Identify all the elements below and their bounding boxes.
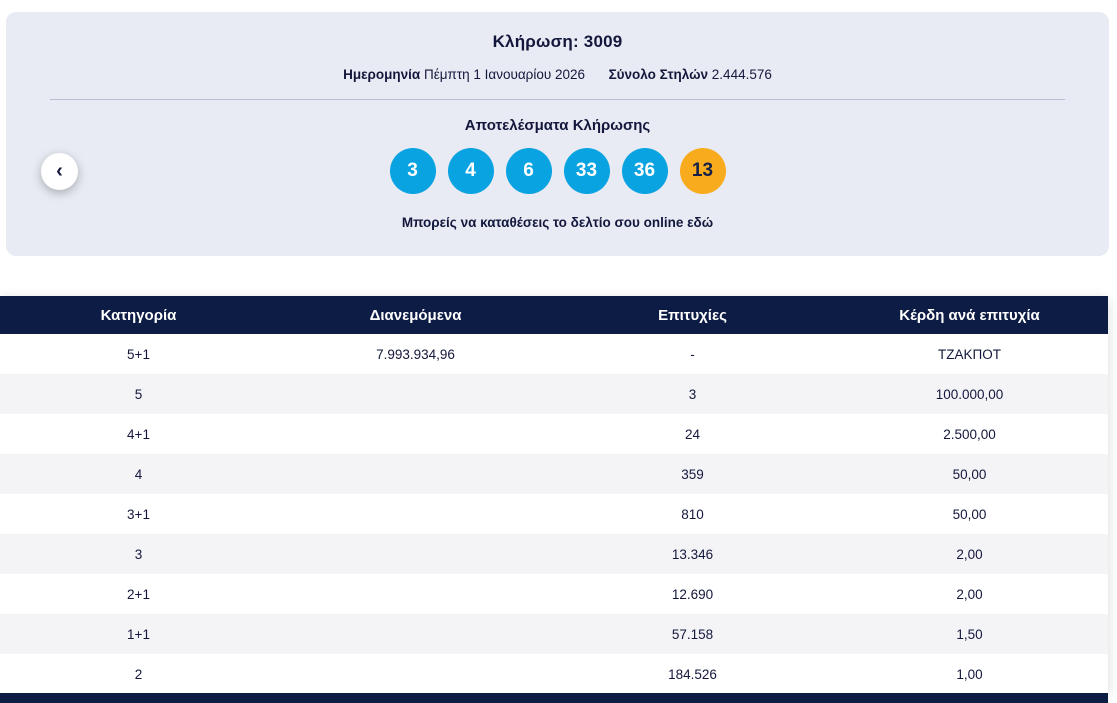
cell-distributed: 7.993.934,96 <box>277 347 554 362</box>
cell-winners: - <box>554 347 831 362</box>
number-ball: 3 <box>390 148 436 194</box>
online-cta-text: Μπορείς να καταθέσεις το δελτίο σου onli… <box>402 215 684 230</box>
cell-category: 2+1 <box>0 587 277 602</box>
columns-value: 2.444.576 <box>712 67 772 82</box>
joker-ball: 13 <box>680 148 726 194</box>
cell-category: 5+1 <box>0 347 277 362</box>
previous-draw-button[interactable]: ‹ <box>41 153 78 190</box>
number-ball: 33 <box>564 148 610 194</box>
results-heading: Αποτελέσματα Κλήρωσης <box>6 117 1109 134</box>
draw-info-card: Κλήρωση: 3009 Ημερομηνία Πέμπτη 1 Ιανουα… <box>6 12 1109 256</box>
cell-prize: 2,00 <box>831 587 1108 602</box>
table-row: 4 35950,00 <box>0 454 1108 494</box>
table-row: 5+17.993.934,96-ΤΖΑΚΠΟΤ <box>0 334 1108 374</box>
draw-meta: Ημερομηνία Πέμπτη 1 Ιανουαρίου 2026 Σύνο… <box>6 67 1109 82</box>
table-row: 2 184.5261,00 <box>0 654 1108 694</box>
cell-winners: 12.690 <box>554 587 831 602</box>
cell-category: 3+1 <box>0 507 277 522</box>
date-label: Ημερομηνία <box>343 67 420 82</box>
draw-number: 3009 <box>584 32 623 51</box>
winning-numbers: 346 33 36 13 <box>6 148 1109 194</box>
number-ball: 36 <box>622 148 668 194</box>
cell-prize: 1,50 <box>831 627 1108 642</box>
results-table: Κατηγορία Διανεμόμενα Επιτυχίες Κέρδη αν… <box>0 296 1108 694</box>
cell-prize: ΤΖΑΚΠΟΤ <box>831 347 1108 362</box>
cell-prize: 2,00 <box>831 547 1108 562</box>
footer-bar <box>0 693 1108 703</box>
cell-winners: 13.346 <box>554 547 831 562</box>
table-row: 5 3100.000,00 <box>0 374 1108 414</box>
date-value: Πέμπτη 1 Ιανουαρίου 2026 <box>424 67 585 82</box>
cell-winners: 24 <box>554 427 831 442</box>
results-table-body: 5+17.993.934,96-ΤΖΑΚΠΟΤ53100.000,004+124… <box>0 334 1108 694</box>
online-cta-link[interactable]: εδώ <box>687 215 713 230</box>
cell-winners: 810 <box>554 507 831 522</box>
header-distributed: Διανεμόμενα <box>277 307 554 324</box>
chevron-left-icon: ‹ <box>56 161 63 181</box>
results-table-header: Κατηγορία Διανεμόμενα Επιτυχίες Κέρδη αν… <box>0 296 1108 334</box>
cell-category: 4 <box>0 467 277 482</box>
table-row: 3+1 81050,00 <box>0 494 1108 534</box>
online-cta: Μπορείς να καταθέσεις το δελτίο σου onli… <box>6 215 1109 230</box>
cell-winners: 3 <box>554 387 831 402</box>
draw-title: Κλήρωση: 3009 <box>6 32 1109 52</box>
table-row: 1+1 57.1581,50 <box>0 614 1108 654</box>
table-row: 3 13.3462,00 <box>0 534 1108 574</box>
cell-category: 5 <box>0 387 277 402</box>
cell-prize: 2.500,00 <box>831 427 1108 442</box>
draw-title-label: Κλήρωση: <box>493 32 579 51</box>
number-ball: 4 <box>448 148 494 194</box>
number-ball: 6 <box>506 148 552 194</box>
table-row: 4+1 242.500,00 <box>0 414 1108 454</box>
cell-prize: 1,00 <box>831 667 1108 682</box>
cell-winners: 184.526 <box>554 667 831 682</box>
cell-prize: 50,00 <box>831 507 1108 522</box>
cell-prize: 100.000,00 <box>831 387 1108 402</box>
cell-prize: 50,00 <box>831 467 1108 482</box>
header-prize: Κέρδη ανά επιτυχία <box>831 307 1108 324</box>
table-row: 2+1 12.6902,00 <box>0 574 1108 614</box>
header-category: Κατηγορία <box>0 307 277 324</box>
cell-category: 1+1 <box>0 627 277 642</box>
cell-category: 3 <box>0 547 277 562</box>
cell-winners: 57.158 <box>554 627 831 642</box>
header-winners: Επιτυχίες <box>554 307 831 324</box>
cell-winners: 359 <box>554 467 831 482</box>
divider <box>50 99 1065 100</box>
cell-category: 4+1 <box>0 427 277 442</box>
columns-label: Σύνολο Στηλών <box>609 67 708 82</box>
cell-category: 2 <box>0 667 277 682</box>
